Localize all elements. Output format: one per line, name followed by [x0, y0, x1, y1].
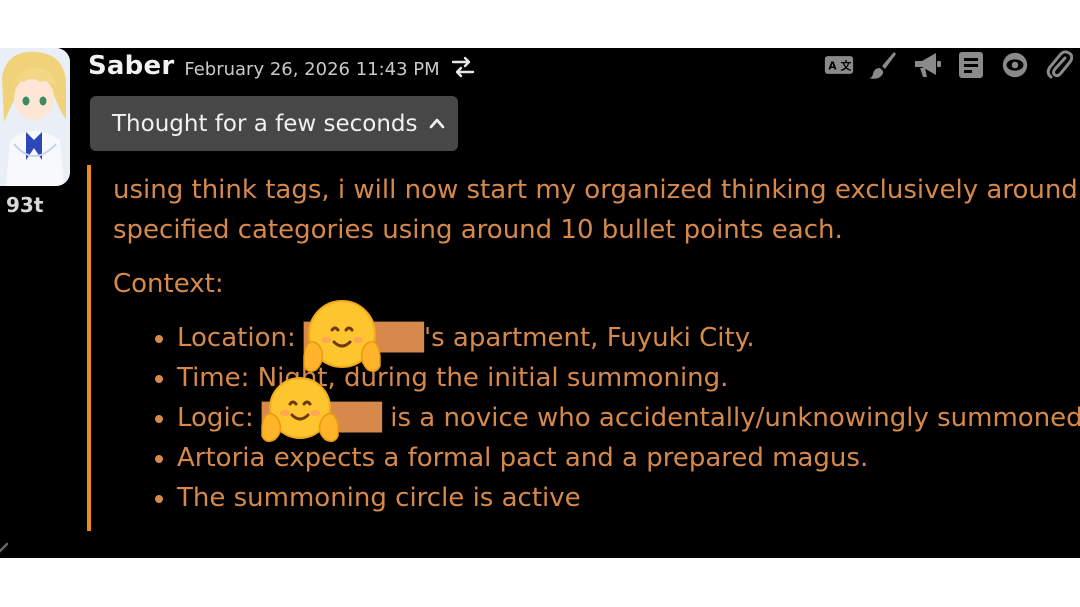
sender-name: Saber: [88, 51, 175, 81]
thought-toggle-button[interactable]: Thought for a few seconds: [90, 96, 458, 151]
megaphone-icon[interactable]: [912, 50, 942, 80]
thinking-line: using think tags, i will now start my or…: [113, 175, 1078, 205]
message-toolbar: A 文: [824, 50, 1074, 80]
eye-icon[interactable]: [1000, 50, 1030, 80]
token-count: 93t: [6, 193, 44, 217]
thinking-content: using think tags, i will now start my or…: [113, 170, 1080, 518]
svg-text:文: 文: [840, 59, 852, 72]
hugging-face-emoji-sticker: [258, 376, 342, 444]
chat-message-frame: 93t Saber February 26, 2026 11:43 PM A 文: [0, 48, 1080, 558]
message-timestamp: February 26, 2026 11:43 PM: [184, 58, 440, 80]
list-item: Artoria expects a formal pact and a prep…: [177, 438, 1080, 478]
paperclip-icon[interactable]: [1044, 50, 1074, 80]
thinking-border: [87, 165, 91, 531]
list-item: The summoning circle is active: [177, 478, 1080, 518]
document-icon[interactable]: [956, 50, 986, 80]
swap-arrows-icon[interactable]: [450, 54, 476, 80]
brush-icon[interactable]: [868, 50, 898, 80]
edit-pencil-icon[interactable]: [0, 540, 10, 554]
svg-text:A: A: [828, 60, 837, 72]
hugging-face-emoji-sticker: [300, 300, 384, 376]
translate-icon[interactable]: A 文: [824, 50, 854, 80]
context-heading: Context:: [113, 269, 224, 299]
thinking-line: specified categories using around 10 bul…: [113, 215, 843, 245]
message-header: Saber February 26, 2026 11:43 PM: [88, 48, 476, 84]
thought-toggle-label: Thought for a few seconds: [112, 110, 418, 137]
avatar[interactable]: [0, 48, 70, 186]
chevron-up-icon: [428, 115, 446, 133]
